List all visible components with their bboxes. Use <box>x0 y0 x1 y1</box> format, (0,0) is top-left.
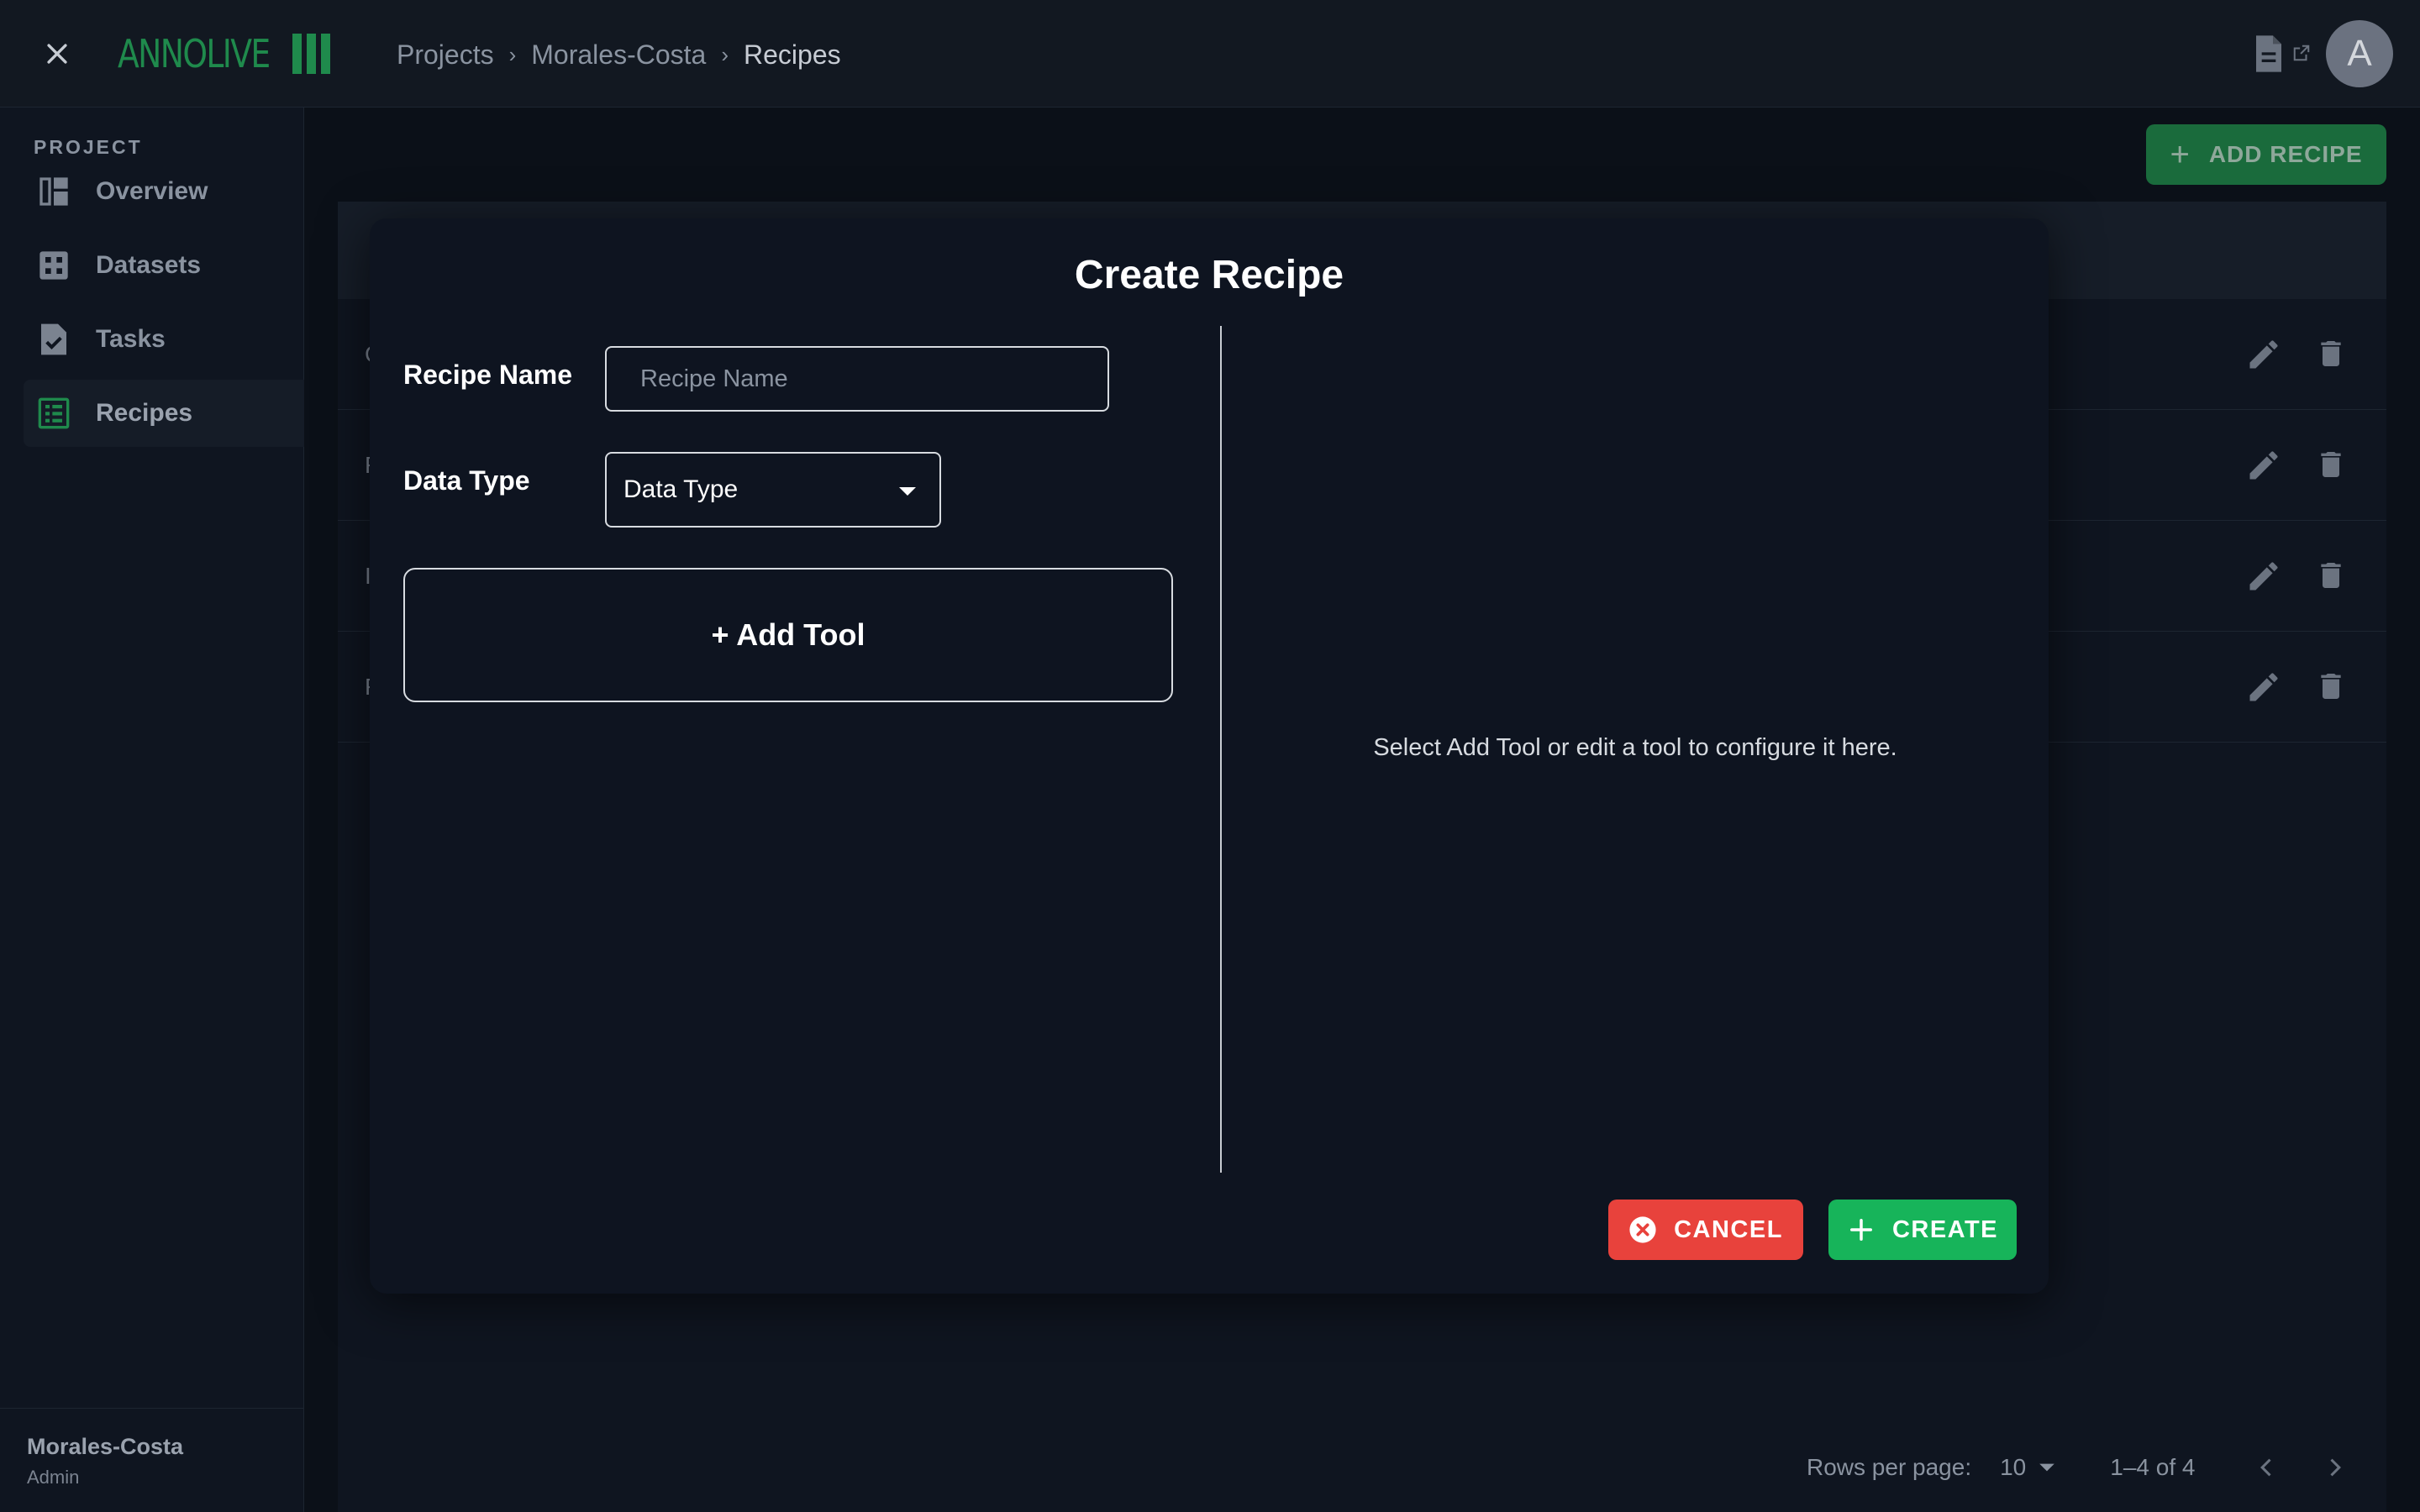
logo-bars-icon <box>292 34 330 74</box>
breadcrumb-project[interactable]: Morales-Costa <box>531 39 706 71</box>
plus-icon: + <box>2170 136 2191 173</box>
edit-icon[interactable] <box>2245 558 2282 595</box>
sidebar-item-recipes[interactable]: Recipes <box>24 380 304 447</box>
caret-down-icon <box>899 487 916 496</box>
sidebar-item-overview[interactable]: Overview <box>24 158 304 225</box>
data-type-label: Data Type <box>403 465 530 496</box>
external-link-icon[interactable] <box>2292 44 2311 62</box>
cancel-circle-icon <box>1628 1215 1657 1244</box>
sidebar-item-label: Overview <box>96 177 208 205</box>
add-recipe-button[interactable]: + ADD RECIPE <box>2146 124 2386 185</box>
sidebar-item-label: Datasets <box>96 251 202 279</box>
sidebar-item-datasets[interactable]: Datasets <box>24 232 304 299</box>
pagination: Rows per page: 10 1–4 of 4 <box>1807 1446 2346 1488</box>
delete-icon[interactable] <box>2314 556 2348 595</box>
breadcrumb: Projects › Morales-Costa › Recipes <box>397 34 841 76</box>
caret-down-icon[interactable] <box>2038 1462 2056 1473</box>
footer-user-role: Admin <box>27 1467 80 1488</box>
dialog-title: Create Recipe <box>1074 253 1344 297</box>
chevron-right-icon[interactable] <box>2323 1456 2346 1479</box>
chevron-right-icon: › <box>508 41 517 67</box>
create-label: CREATE <box>1891 1215 1999 1243</box>
sidebar-footer: Morales-Costa Admin <box>0 1408 304 1512</box>
edit-icon[interactable] <box>2245 336 2282 373</box>
delete-icon[interactable] <box>2314 667 2348 706</box>
chevron-right-icon: › <box>721 41 729 67</box>
close-icon <box>47 44 67 64</box>
footer-project-name: Morales-Costa <box>27 1434 184 1459</box>
cancel-label: CANCEL <box>1674 1215 1783 1243</box>
top-bar: ANNOLIVE Projects › Morales-Costa › Reci… <box>0 0 2420 108</box>
cancel-button[interactable]: CANCEL <box>1608 1200 1803 1260</box>
add-tool-button[interactable]: + Add Tool <box>403 568 1173 702</box>
data-type-select[interactable]: Data Type <box>605 452 941 528</box>
avatar[interactable]: A <box>2326 20 2393 87</box>
task-doc-icon <box>35 321 72 358</box>
delete-icon[interactable] <box>2314 445 2348 484</box>
sidebar-item-label: Recipes <box>96 399 193 427</box>
delete-icon[interactable] <box>2314 334 2348 373</box>
chevron-left-icon[interactable] <box>2255 1456 2279 1479</box>
dashboard-icon <box>35 173 72 210</box>
app-logo[interactable]: ANNOLIVE <box>118 30 330 77</box>
sidebar-heading: PROJECT <box>34 136 143 158</box>
recipe-name-label: Recipe Name <box>403 360 572 390</box>
rows-per-page-label: Rows per page: <box>1807 1454 1972 1480</box>
plus-icon <box>1847 1215 1876 1244</box>
list-icon <box>35 395 72 432</box>
edit-icon[interactable] <box>2245 447 2282 484</box>
tool-config-hint: Select Add Tool or edit a tool to config… <box>1373 734 1897 761</box>
document-icon[interactable] <box>2252 34 2286 74</box>
edit-icon[interactable] <box>2245 669 2282 706</box>
add-recipe-label: ADD RECIPE <box>2208 141 2363 167</box>
create-recipe-dialog: Create Recipe Recipe Name Data Type Data… <box>370 218 2049 1294</box>
page-range: 1–4 of 4 <box>2110 1454 2196 1480</box>
breadcrumb-projects[interactable]: Projects <box>397 39 494 71</box>
logo-text: ANNOLIVE <box>118 31 271 76</box>
sidebar-item-tasks[interactable]: Tasks <box>24 306 304 373</box>
breadcrumb-current: Recipes <box>744 39 841 70</box>
grid-icon <box>35 247 72 284</box>
rows-per-page-select[interactable]: 10 <box>2000 1454 2026 1481</box>
sidebar-item-label: Tasks <box>96 325 166 353</box>
recipe-name-input[interactable] <box>605 346 1109 412</box>
data-type-value: Data Type <box>623 475 739 503</box>
close-button[interactable] <box>34 34 81 74</box>
sidebar: PROJECT Overview Datasets Tasks Recipes … <box>0 108 304 1512</box>
create-button[interactable]: CREATE <box>1828 1200 2017 1260</box>
